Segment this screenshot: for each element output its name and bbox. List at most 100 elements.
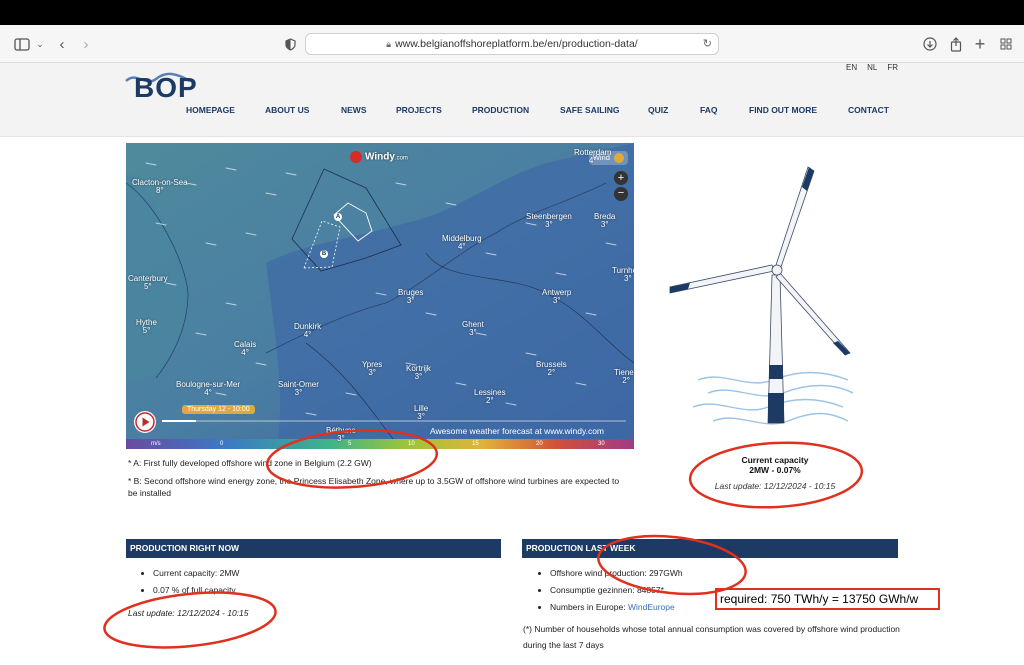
place-label: Ypres 3°: [362, 360, 382, 378]
place-label: Hythe 5°: [136, 318, 157, 336]
share-icon[interactable]: [946, 34, 966, 54]
list-item: Numbers in Europe: WindEurope: [550, 602, 683, 619]
place-label: Brussels 2°: [536, 360, 567, 378]
top-black-band: [0, 0, 1024, 25]
nav-safe-sailing[interactable]: SAFE SAILING: [560, 105, 620, 115]
site-header: BOP EN NL FR HOMEPAGE ABOUT US NEWS PROJ…: [0, 63, 1024, 137]
current-capacity-box: Current capacity 2MW - 0.07% Last update…: [690, 455, 860, 491]
place-temp: 2°: [622, 376, 630, 386]
scale-tick: 10: [408, 441, 415, 447]
place-label: Turnhout3°: [612, 266, 634, 284]
lang-nl[interactable]: NL: [867, 63, 877, 72]
production-last-week-header: PRODUCTION LAST WEEK: [522, 539, 898, 558]
browser-toolbar: ⌄ ‹ › 🔒︎ www.belgianoffshoreplatform.be/…: [0, 25, 1024, 63]
scale-unit: m/s: [151, 441, 161, 447]
nav-production[interactable]: PRODUCTION: [472, 105, 529, 115]
place-temp: 3°: [552, 296, 561, 306]
zoom-in-button[interactable]: +: [614, 171, 628, 185]
production-last-week-list: Offshore wind production: 297GWh Consump…: [540, 568, 683, 619]
place-label: Steenbergen 3°: [526, 212, 572, 230]
list-item: Current capacity: 2MW: [153, 568, 239, 585]
lang-en[interactable]: EN: [846, 63, 857, 72]
list-item: 0.07 % of full capacity: [153, 585, 239, 602]
crown-icon: [614, 153, 624, 164]
place-temp: 2°: [485, 396, 494, 406]
play-button[interactable]: [134, 411, 156, 433]
production-right-now-header: PRODUCTION RIGHT NOW: [126, 539, 501, 558]
households-note: (*) Number of households whose total ann…: [523, 624, 900, 650]
place-label: Clacton-on-Sea 8°: [132, 178, 188, 196]
place-label: Lessines 2°: [474, 388, 506, 406]
europe-label: Numbers in Europe:: [550, 602, 628, 612]
chevron-down-icon[interactable]: ⌄: [30, 34, 50, 54]
scale-tick: 30: [598, 441, 605, 447]
download-icon[interactable]: [920, 34, 940, 54]
new-tab-icon[interactable]: +: [970, 34, 990, 54]
scale-tick: 15: [472, 441, 479, 447]
nav-projects[interactable]: PROJECTS: [396, 105, 442, 115]
shield-icon[interactable]: [280, 34, 300, 54]
forecast-text[interactable]: Awesome weather forecast at www.windy.co…: [430, 426, 604, 436]
caption-zone-b: * B: Second offshore wind energy zone, t…: [128, 476, 620, 498]
place-label: Middelburg 4°: [442, 234, 482, 252]
nav-homepage[interactable]: HOMEPAGE: [186, 105, 235, 115]
nav-about-us[interactable]: ABOUT US: [265, 105, 309, 115]
windy-logo[interactable]: Windy.com: [350, 151, 408, 163]
back-icon[interactable]: ‹: [52, 34, 72, 54]
bop-logo[interactable]: BOP: [134, 72, 198, 104]
windy-map[interactable]: Windy.com Wind + − A B Rotterdam 4° Clacto…: [126, 143, 634, 449]
nav-contact[interactable]: CONTACT: [848, 105, 889, 115]
annotation-box: required: 750 TWh/y = 13750 GWh/w: [715, 588, 940, 610]
nav-news[interactable]: NEWS: [341, 105, 367, 115]
lock-icon: 🔒︎: [386, 38, 392, 49]
place-label: Saint-Omer 3°: [278, 380, 319, 398]
place-temp: 3°: [417, 412, 425, 422]
place-label: Boulogne-sur-Mer 4°: [176, 380, 240, 398]
url-bar[interactable]: 🔒︎ www.belgianoffshoreplatform.be/en/pro…: [305, 33, 719, 55]
scale-tick: 0: [220, 441, 224, 447]
capacity-title: Current capacity: [741, 455, 809, 465]
list-item: Consumptie gezinnen: 84857*: [550, 585, 683, 602]
place-label: Lille 3°: [414, 404, 428, 422]
tab-overview-icon[interactable]: [996, 34, 1016, 54]
wind-turbine-illustration: [669, 166, 854, 425]
sidebar-icon[interactable]: [12, 34, 32, 54]
reload-icon[interactable]: ↻: [703, 37, 712, 50]
place-temp: 3°: [469, 328, 477, 338]
nav-find-out-more[interactable]: FIND OUT MORE: [749, 105, 817, 115]
place-temp: 2°: [547, 368, 556, 378]
scale-tick: 5: [348, 441, 352, 447]
list-item: Offshore wind production: 297GWh: [550, 568, 683, 585]
play-icon: [135, 412, 155, 432]
place-label: Canterbury 5°: [128, 274, 168, 292]
scale-tick: 20: [536, 441, 543, 447]
nav-faq[interactable]: FAQ: [700, 105, 717, 115]
place-temp: 4°: [204, 388, 212, 398]
place-temp: 3°: [545, 220, 553, 230]
place-label: Calais 4°: [234, 340, 256, 358]
windeurope-link[interactable]: WindEurope: [628, 602, 675, 612]
place-label: Tienen2°: [614, 368, 634, 386]
place-label: Ghent 3°: [462, 320, 484, 338]
zoom-out-button[interactable]: −: [614, 187, 628, 201]
capacity-update: Last update: 12/12/2024 - 10:15: [714, 481, 836, 491]
zone-a-marker[interactable]: A: [334, 213, 342, 221]
place-temp: 8°: [155, 186, 164, 196]
place-temp: 3°: [406, 296, 415, 306]
place-temp: 4°: [303, 330, 312, 340]
place-temp: 3°: [368, 368, 376, 378]
right-now-update: Last update: 12/12/2024 - 10:15: [128, 608, 249, 618]
place-temp: 3°: [624, 274, 632, 284]
lang-fr[interactable]: FR: [887, 63, 898, 72]
windy-logo-icon: [350, 151, 362, 163]
place-temp: 4°: [457, 242, 466, 252]
place-temp: 3°: [600, 220, 609, 230]
place-temp: 3°: [294, 388, 303, 398]
place-label: Breda 3°: [594, 212, 615, 230]
place-label: Kortrijk 3°: [406, 364, 431, 382]
nav-quiz[interactable]: QUIZ: [648, 105, 668, 115]
place-temp: 5°: [142, 326, 151, 336]
place-temp: 5°: [143, 282, 152, 292]
zone-b-marker[interactable]: B: [320, 250, 328, 258]
forward-icon[interactable]: ›: [76, 34, 96, 54]
